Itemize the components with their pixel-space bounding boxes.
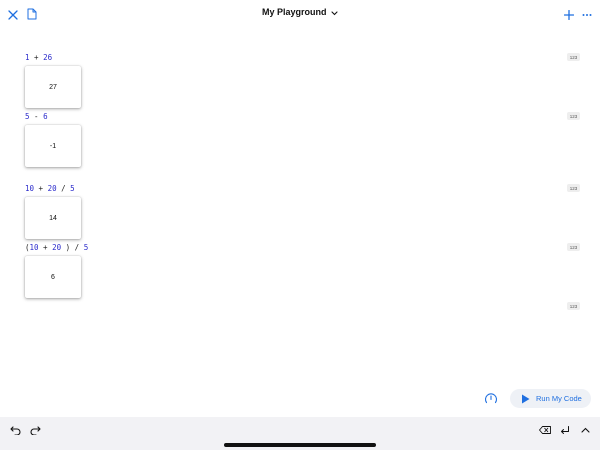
chevron-up-icon[interactable] (578, 423, 592, 437)
ellipsis-icon[interactable] (580, 8, 594, 22)
result-badge[interactable]: 123 (567, 53, 580, 61)
speedometer-icon[interactable] (482, 390, 500, 408)
result-badge[interactable]: 123 (567, 302, 580, 310)
play-icon (521, 394, 530, 404)
code-line-1[interactable]: 1 + 26 (25, 53, 52, 62)
code-token: 10 (29, 243, 39, 252)
code-token: 5 (83, 243, 89, 252)
result-card-2: -1 (25, 125, 81, 167)
code-token: 26 (43, 53, 53, 62)
home-indicator[interactable] (224, 443, 376, 447)
result-value: 14 (49, 214, 57, 222)
redo-icon[interactable] (28, 423, 42, 437)
chevron-down-icon (331, 8, 338, 18)
run-button-label: Run My Code (536, 394, 582, 403)
code-token: + (38, 243, 53, 252)
run-my-code-button[interactable]: Run My Code (510, 389, 591, 408)
code-token: / (56, 184, 71, 193)
delete-key-icon[interactable] (538, 423, 552, 437)
code-token: + (29, 53, 44, 62)
code-token: 20 (47, 184, 57, 193)
result-badge[interactable]: 123 (567, 184, 580, 192)
result-badge[interactable]: 123 (567, 243, 580, 251)
code-token: - (29, 112, 44, 121)
result-card-4: 6 (25, 256, 81, 298)
result-card-3: 14 (25, 197, 81, 239)
undo-icon[interactable] (8, 423, 22, 437)
result-value: 27 (49, 83, 57, 91)
result-value: -1 (49, 142, 57, 150)
code-token: 6 (43, 112, 48, 121)
code-token: 20 (52, 243, 62, 252)
page-title: My Playground (261, 7, 327, 17)
result-value: 6 (51, 273, 55, 281)
plus-icon[interactable] (562, 8, 576, 22)
code-line-3[interactable]: 10 + 20 / 5 (25, 184, 75, 193)
return-key-icon[interactable] (558, 423, 572, 437)
code-token: ) / (61, 243, 84, 252)
code-line-4[interactable]: (10 + 20 ) / 5 (25, 243, 88, 252)
code-token: 5 (70, 184, 75, 193)
code-token: 10 (25, 184, 35, 193)
top-bar: My Playground (0, 0, 600, 30)
result-badge[interactable]: 123 (567, 112, 580, 120)
title-menu[interactable]: My Playground (0, 7, 600, 18)
code-line-2[interactable]: 5 - 6 (25, 112, 48, 121)
result-card-1: 27 (25, 66, 81, 108)
code-token: + (34, 184, 48, 193)
